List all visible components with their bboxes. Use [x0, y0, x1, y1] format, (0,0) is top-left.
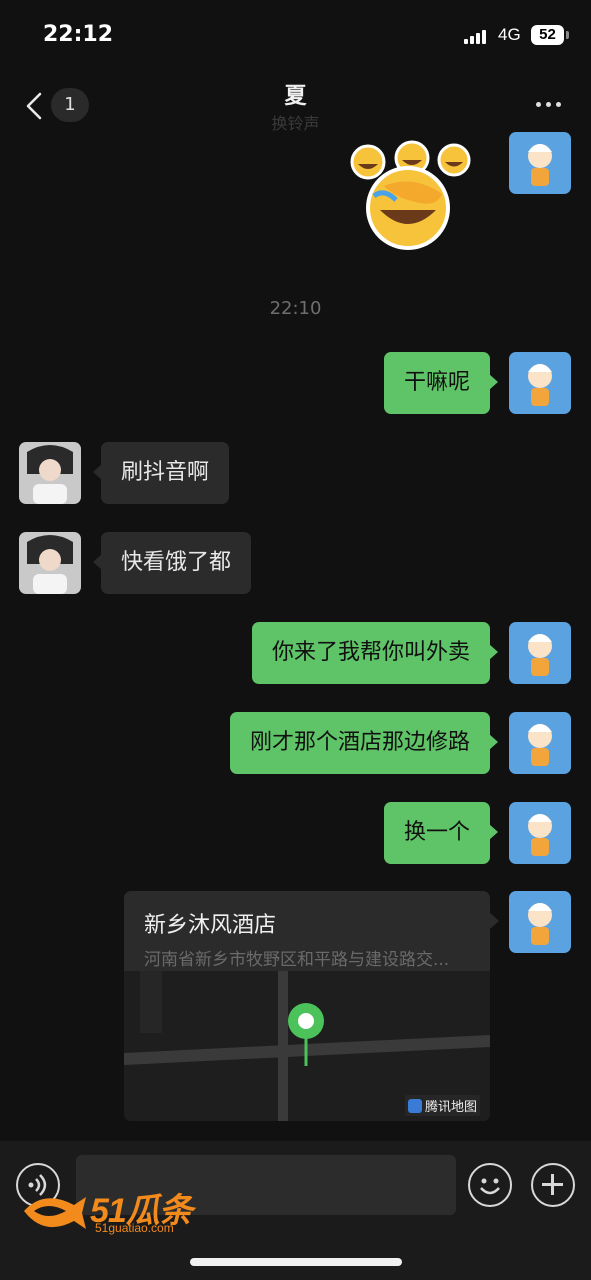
smile-icon: [480, 1178, 500, 1195]
incoming-message[interactable]: 刷抖音啊: [92, 442, 230, 504]
chat-title: 夏: [284, 84, 307, 109]
watermark: 51瓜条 51guatiao.com: [20, 1183, 210, 1241]
more-actions-button[interactable]: [531, 1163, 575, 1207]
incoming-message[interactable]: 快看饿了都: [92, 532, 252, 594]
my-avatar[interactable]: [509, 352, 571, 414]
laughing-emoji-sticker: [350, 140, 471, 250]
my-avatar[interactable]: [509, 622, 571, 684]
message-timestamp: 22:10: [269, 298, 322, 319]
contact-avatar[interactable]: [19, 532, 81, 594]
map-brand-label: 腾讯地图: [404, 1095, 480, 1116]
status-bar: 22:12 4G 52: [0, 0, 591, 70]
contact-avatar[interactable]: [19, 442, 81, 504]
battery-icon: 52: [531, 25, 564, 45]
outgoing-message[interactable]: 你来了我帮你叫外卖: [251, 622, 499, 684]
sticker-message[interactable]: [344, 140, 474, 252]
location-address: 河南省新乡市牧野区和平路与建设路交...: [144, 950, 450, 970]
network-type: 4G: [498, 25, 521, 44]
map-logo-icon: [407, 1099, 422, 1113]
watermark-url: 51guatiao.com: [95, 1221, 174, 1235]
chat-header: 1 夏 换铃声: [0, 70, 591, 138]
location-map-preview[interactable]: 腾讯地图: [124, 971, 490, 1121]
outgoing-message[interactable]: 干嘛呢: [383, 352, 499, 414]
fish-logo-icon: [24, 1197, 86, 1229]
home-indicator[interactable]: [190, 1258, 402, 1266]
chat-subtitle[interactable]: 换铃声: [0, 110, 591, 134]
location-name: 新乡沐风酒店: [144, 913, 277, 938]
my-avatar[interactable]: [509, 891, 571, 953]
more-options-button[interactable]: [530, 100, 566, 110]
battery-tip: [566, 31, 569, 39]
my-avatar[interactable]: [509, 802, 571, 864]
location-message[interactable]: 新乡沐风酒店 河南省新乡市牧野区和平路与建设路交... 腾讯地图: [124, 891, 490, 1121]
status-time: 22:12: [43, 22, 114, 47]
signal-icon: [464, 28, 490, 44]
location-bubble-tail: [490, 913, 499, 929]
outgoing-message[interactable]: 刚才那个酒店那边修路: [229, 712, 499, 774]
outgoing-message[interactable]: 换一个: [383, 802, 499, 864]
my-avatar[interactable]: [509, 712, 571, 774]
emoji-button[interactable]: [468, 1163, 512, 1207]
my-avatar[interactable]: [509, 132, 571, 194]
